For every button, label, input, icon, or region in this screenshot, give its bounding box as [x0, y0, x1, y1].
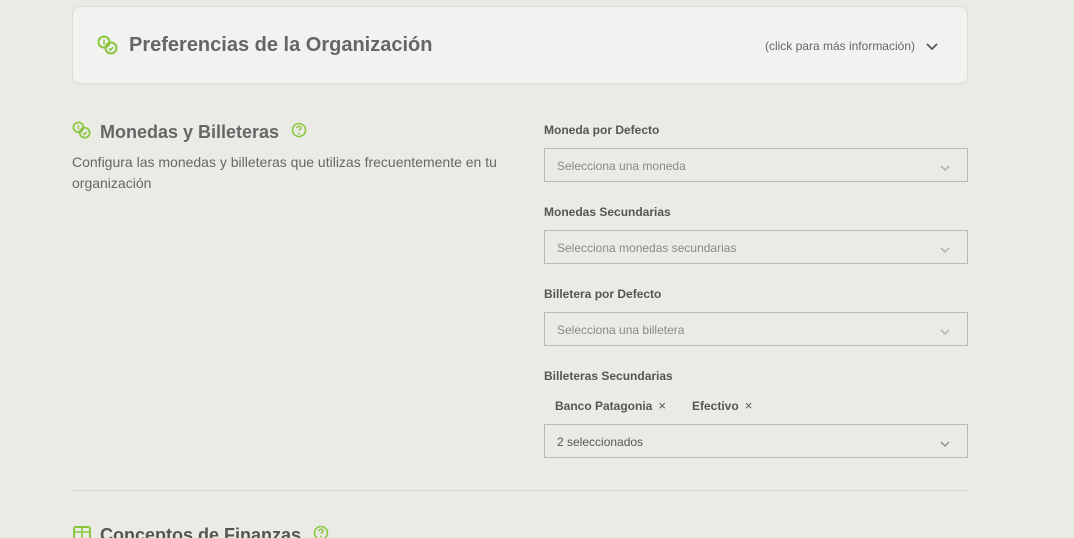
default-wallet-select[interactable]: Selecciona una billetera: [544, 312, 968, 346]
chevron-down-icon: [939, 436, 951, 454]
wallet-tag: Efectivo ×: [692, 398, 752, 413]
default-currency-label: Moneda por Defecto: [544, 123, 660, 137]
secondary-currencies-label: Monedas Secundarias: [544, 205, 671, 219]
section-divider: [72, 490, 968, 491]
select-placeholder: Selecciona una moneda: [557, 159, 686, 173]
coins-icon: [72, 120, 92, 144]
default-currency-select[interactable]: Selecciona una moneda: [544, 148, 968, 182]
secondary-wallets-select[interactable]: 2 seleccionados: [544, 424, 968, 458]
section-title: Conceptos de Finanzas: [100, 525, 302, 538]
default-wallet-label: Billetera por Defecto: [544, 287, 662, 301]
section-description: Configura las monedas y billeteras que u…: [72, 154, 497, 191]
section-title: Monedas y Billeteras: [100, 121, 280, 142]
chevron-down-icon: [939, 324, 951, 342]
secondary-currencies-select[interactable]: Selecciona monedas secundarias: [544, 230, 968, 264]
chevron-down-icon[interactable]: [925, 39, 939, 57]
monedas-section-header: Monedas y Billeteras: [72, 120, 307, 144]
box-icon: [72, 524, 92, 538]
remove-tag-icon[interactable]: ×: [745, 398, 753, 413]
tag-label: Efectivo: [692, 398, 739, 413]
wallet-tag: Banco Patagonia ×: [555, 398, 666, 413]
select-placeholder: Selecciona una billetera: [557, 323, 685, 337]
select-placeholder: Selecciona monedas secundarias: [557, 241, 737, 255]
help-icon[interactable]: [313, 525, 329, 538]
chevron-down-icon: [939, 160, 951, 178]
tag-label: Banco Patagonia: [555, 398, 653, 413]
org-preferences-title: Preferencias de la Organización: [129, 34, 433, 56]
secondary-wallets-label: Billeteras Secundarias: [544, 369, 673, 383]
org-preferences-card[interactable]: Preferencias de la Organización (click p…: [72, 6, 968, 84]
finanzas-section-header: Conceptos de Finanzas: [72, 524, 329, 538]
remove-tag-icon[interactable]: ×: [658, 398, 666, 413]
select-value: 2 seleccionados: [557, 435, 644, 449]
help-icon[interactable]: [291, 122, 307, 143]
coins-icon: [97, 35, 119, 60]
chevron-down-icon: [939, 242, 951, 260]
more-info-hint[interactable]: (click para más información): [765, 39, 915, 53]
